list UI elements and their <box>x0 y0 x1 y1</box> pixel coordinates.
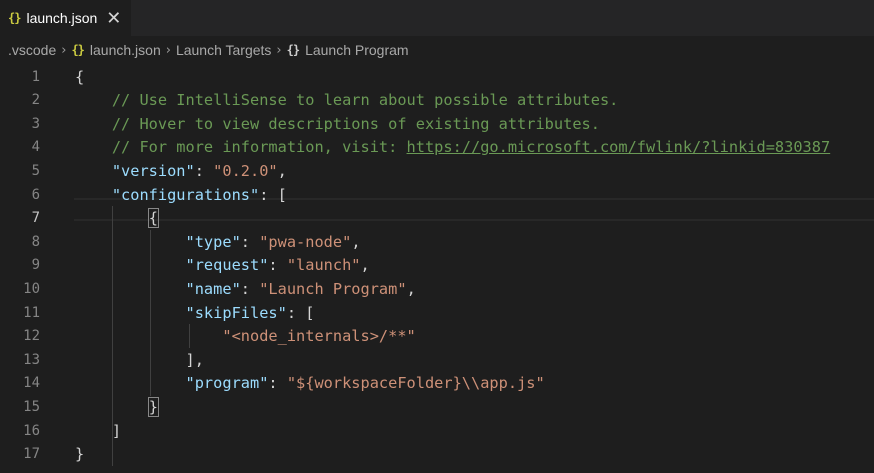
code-line: } <box>75 396 159 420</box>
line-number: 16 <box>23 422 40 439</box>
code-token: // For more information, visit: <box>75 138 407 157</box>
code-token: : <box>240 279 260 298</box>
object-icon: {} <box>286 43 300 57</box>
code-token: "launch" <box>286 256 361 275</box>
code-token: "request" <box>185 256 269 275</box>
code-line: "name": "Launch Program", <box>75 278 416 302</box>
code-token: // Hover to view descriptions of existin… <box>75 114 600 133</box>
breadcrumb-item[interactable]: Launch Program <box>305 42 409 58</box>
breadcrumb-folder[interactable]: .vscode <box>8 42 56 58</box>
code-token: "version" <box>111 161 195 180</box>
code-line: "<node_internals>/**" <box>75 325 416 349</box>
chevron-right-icon: › <box>276 42 282 58</box>
code-token: : <box>194 161 214 180</box>
chevron-right-icon: › <box>165 42 171 58</box>
code-line: "version": "0.2.0", <box>75 160 287 184</box>
code-token: , <box>277 161 287 180</box>
code-line: // Use IntelliSense to learn about possi… <box>75 89 619 113</box>
line-number: 15 <box>23 398 40 415</box>
line-number: 10 <box>23 280 40 297</box>
code-token: , <box>351 232 361 251</box>
code-line: ] <box>75 420 121 444</box>
code-token: } <box>75 445 85 464</box>
line-number: 11 <box>23 304 40 321</box>
line-number: 4 <box>31 139 40 156</box>
code-line: "configurations": [ <box>75 184 287 208</box>
code-line: } <box>75 443 84 467</box>
code-token: "name" <box>185 279 241 298</box>
line-number: 6 <box>31 186 40 203</box>
code-token: , <box>406 279 416 298</box>
code-token: : [ <box>286 303 315 322</box>
line-number: 12 <box>23 328 40 345</box>
code-token: : [ <box>259 185 287 204</box>
line-number: 5 <box>31 162 40 179</box>
line-number: 8 <box>31 233 40 250</box>
line-number: 2 <box>31 92 40 109</box>
code-line: // Hover to view descriptions of existin… <box>75 113 600 137</box>
code-token[interactable]: https://go.microsoft.com/fwlink/?linkid=… <box>407 138 831 156</box>
code-token: "${workspaceFolder}\\app.js" <box>286 374 545 393</box>
code-line: "type": "pwa-node", <box>75 231 361 255</box>
code-token: ] <box>75 421 122 440</box>
code-token: { <box>147 208 159 229</box>
code-token: , <box>360 256 370 275</box>
code-line: // For more information, visit: https://… <box>75 136 830 160</box>
code-line: { <box>75 66 84 90</box>
code-token: "<node_internals>/**" <box>222 327 416 346</box>
code-token: "0.2.0" <box>213 161 278 180</box>
json-file-icon: {} <box>8 11 21 25</box>
json-file-icon: {} <box>71 43 84 57</box>
code-token: : <box>240 232 260 251</box>
line-number: 3 <box>31 115 40 132</box>
code-token: : <box>268 374 287 393</box>
code-token: "skipFiles" <box>185 303 287 322</box>
code-token: "program" <box>185 374 269 393</box>
code-token: "configurations" <box>111 185 260 204</box>
code-line: "skipFiles": [ <box>75 302 315 326</box>
line-number: 13 <box>23 351 40 368</box>
code-token: { <box>75 67 85 86</box>
close-icon[interactable]: ✕ <box>106 9 121 27</box>
breadcrumb-section[interactable]: Launch Targets <box>176 42 271 58</box>
code-line: ], <box>75 349 204 373</box>
code-token: } <box>147 396 159 417</box>
tab-label: launch.json <box>26 10 98 26</box>
breadcrumb-file[interactable]: launch.json <box>90 42 161 58</box>
code-token: "pwa-node" <box>259 232 352 251</box>
line-number: 7 <box>31 210 40 227</box>
code-line: "program": "${workspaceFolder}\\app.js" <box>75 372 545 396</box>
code-token: // Use IntelliSense to learn about possi… <box>75 91 619 110</box>
line-number: 17 <box>23 446 40 463</box>
code-token: "Launch Program" <box>259 279 407 298</box>
tab-bar: {} launch.json ✕ <box>0 0 874 36</box>
code-line: "request": "launch", <box>75 254 370 278</box>
code-token: : <box>268 256 287 275</box>
line-number: 9 <box>31 257 40 274</box>
code-line: { <box>75 207 159 231</box>
code-editor[interactable]: 1 {2 // Use IntelliSense to learn about p… <box>0 64 874 473</box>
code-token: "type" <box>185 232 241 251</box>
code-token: ], <box>75 350 204 369</box>
tab-launch-json[interactable]: {} launch.json ✕ <box>0 0 132 36</box>
line-number: 14 <box>23 375 40 392</box>
line-number: 1 <box>31 68 40 85</box>
breadcrumb: .vscode › {} launch.json › Launch Target… <box>0 36 874 64</box>
chevron-right-icon: › <box>61 42 67 58</box>
